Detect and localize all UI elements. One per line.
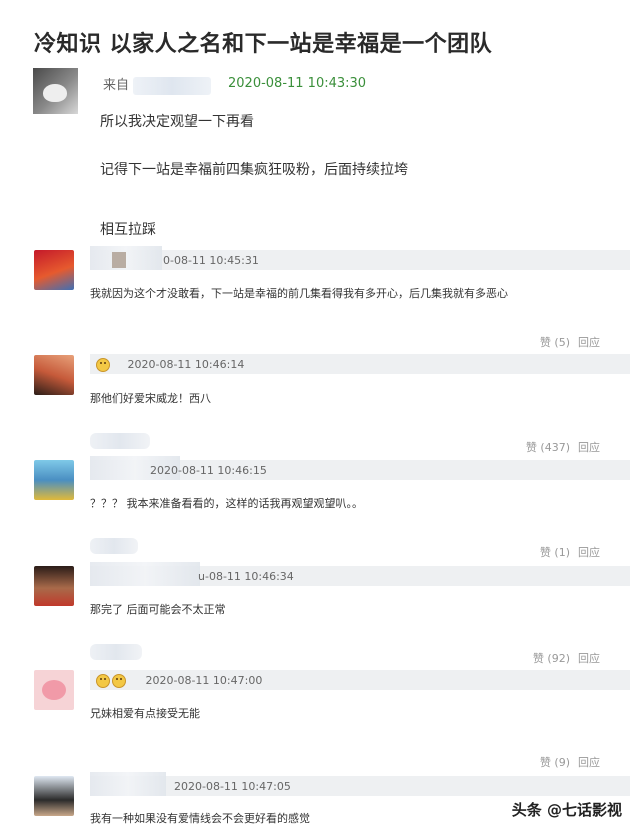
comment-timestamp: 0-08-11 10:45:31 <box>163 254 259 267</box>
comment-actions: 赞 (92) 回应 <box>525 650 600 666</box>
comment-timestamp: 2020-08-11 10:47:05 <box>174 780 291 793</box>
grinning-face-icon <box>96 674 110 688</box>
comment-timestamp: 2020-08-11 10:46:15 <box>150 464 267 477</box>
commenter-avatar[interactable] <box>34 670 74 710</box>
comment-timestamp: 2020-08-11 10:46:14 <box>96 358 244 372</box>
reply-button[interactable]: 回应 <box>578 336 600 349</box>
comment-text: 我就因为这个才没敢看，下一站是幸福的前几集看得我有多开心，后几集我就有多恶心 <box>90 287 508 300</box>
reply-button[interactable]: 回应 <box>578 652 600 665</box>
comment-text: 那他们好爱宋威龙！西八 <box>90 392 211 405</box>
comment-text: ？？？ 我本来准备看看的，这样的话我再观望观望叭。。 <box>90 497 363 510</box>
like-button[interactable]: 赞 (5) <box>540 336 570 349</box>
comment-text: 那完了 后面可能会不太正常 <box>90 603 226 616</box>
comment-text: 我有一种如果没有爱情线会不会更好看的感觉 <box>90 812 310 825</box>
post-line: 相互拉踩 <box>100 222 156 238</box>
commenter-avatar[interactable] <box>34 776 74 816</box>
blurred-username <box>133 76 212 95</box>
post-author-avatar[interactable] <box>33 68 78 114</box>
comment-timestamp: 2020-08-11 10:47:00 <box>96 674 262 688</box>
like-button[interactable]: 赞 (437) <box>526 441 570 454</box>
commenter-avatar[interactable] <box>34 250 74 290</box>
comment-actions: 赞 (5) 回应 <box>532 334 600 350</box>
reply-button[interactable]: 回应 <box>578 546 600 559</box>
post-line: 所以我决定观望一下再看 <box>100 114 254 130</box>
watermark: 头条 @七话影视 <box>511 801 622 819</box>
post-from-label: 来自 <box>103 78 130 93</box>
blurred-username <box>90 644 142 660</box>
post-timestamp: 2020-08-11 10:43:30 <box>228 76 367 91</box>
commenter-avatar[interactable] <box>34 355 74 395</box>
blurred-username <box>90 433 150 449</box>
page-title: 冷知识 以家人之名和下一站是幸福是一个团队 <box>34 32 493 57</box>
like-button[interactable]: 赞 (9) <box>540 756 570 769</box>
comment-actions: 赞 (1) 回应 <box>532 544 600 560</box>
comment-actions: 赞 (437) 回应 <box>518 439 600 455</box>
grinning-face-icon <box>112 674 126 688</box>
reply-button[interactable]: 回应 <box>578 756 600 769</box>
grinning-face-icon <box>96 358 110 372</box>
comment-timestamp: u-08-11 10:46:34 <box>198 570 294 583</box>
blurred-username <box>90 538 138 554</box>
like-button[interactable]: 赞 (1) <box>540 546 570 559</box>
comment-meta-bar <box>90 562 630 586</box>
post-line: 记得下一站是幸福前四集疯狂吸粉，后面持续拉垮 <box>100 162 408 178</box>
post-source: 来自 <box>103 74 212 95</box>
reply-button[interactable]: 回应 <box>578 441 600 454</box>
commenter-avatar[interactable] <box>34 566 74 606</box>
comment-text: 兄妹相爱有点接受无能 <box>90 707 200 720</box>
comment-actions: 赞 (9) 回应 <box>532 754 600 770</box>
commenter-avatar[interactable] <box>34 460 74 500</box>
comment-meta-bar <box>90 772 630 796</box>
like-button[interactable]: 赞 (92) <box>533 652 570 665</box>
